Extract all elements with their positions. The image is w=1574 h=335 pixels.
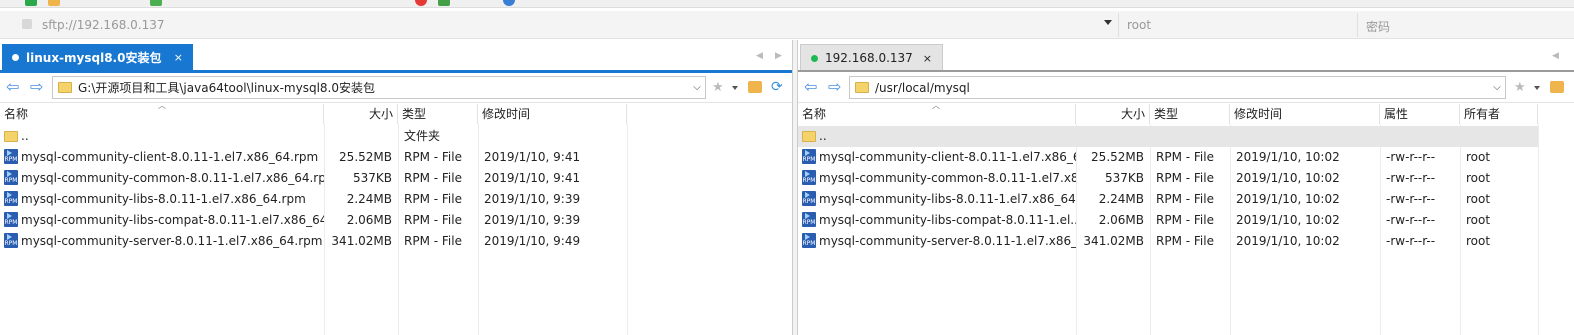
- tab-dot-icon: [12, 54, 19, 61]
- remote-path-text: /usr/local/mysql: [875, 80, 970, 95]
- remote-file-list: .. RPM mysql-community-client-8.0.11-1.el…: [798, 126, 1574, 252]
- remote-file-header: ︿ 名称 大小 类型 修改时间 属性 所有者: [798, 101, 1574, 124]
- run-icon[interactable]: [438, 0, 450, 6]
- local-tab-strip: linux-mysql8.0安装包 × ◀ ▶: [0, 40, 792, 71]
- help-icon[interactable]: [503, 0, 515, 6]
- rpm-icon: RPM: [802, 170, 816, 185]
- divider: [1357, 13, 1358, 37]
- list-item[interactable]: RPM mysql-community-server-8.0.11-1.el7.x…: [798, 231, 1574, 252]
- list-item[interactable]: RPM mysql-community-common-8.0.11-1.el7.x…: [798, 168, 1574, 189]
- close-icon[interactable]: ×: [923, 52, 932, 65]
- column-size[interactable]: 大小: [1076, 104, 1150, 124]
- remote-pane: 192.168.0.137 × ◀ ⇦ ⇨ /usr/local/mysql ⌵…: [798, 40, 1574, 335]
- local-path-row: ⇦ ⇨ G:\开源项目和工具\java64tool\linux-mysql8.0…: [0, 73, 792, 103]
- toolbar: [0, 0, 1574, 8]
- column-type[interactable]: 类型: [1150, 104, 1230, 124]
- tab-scroll-left-icon[interactable]: ◀: [756, 51, 763, 61]
- settings-icon[interactable]: [150, 0, 162, 6]
- connection-url-input[interactable]: sftp://192.168.0.137: [42, 18, 165, 32]
- forward-arrow-icon[interactable]: ⇨: [30, 79, 43, 95]
- chevron-down-icon[interactable]: [1104, 20, 1112, 25]
- tab-title: 192.168.0.137: [825, 51, 913, 65]
- bookmark-dropdown-icon[interactable]: [1534, 86, 1540, 90]
- back-arrow-icon[interactable]: ⇦: [6, 79, 19, 95]
- back-arrow-icon[interactable]: ⇦: [804, 79, 817, 95]
- remote-path-row: ⇦ ⇨ /usr/local/mysql ⌵ ★: [798, 73, 1574, 103]
- rpm-icon: RPM: [4, 191, 18, 206]
- list-item[interactable]: RPM mysql-community-libs-compat-8.0.11-1.…: [798, 210, 1574, 231]
- list-item[interactable]: RPM mysql-community-libs-8.0.11-1.el7.x86…: [0, 189, 792, 210]
- list-item[interactable]: RPM mysql-community-server-8.0.11-1.el7.x…: [0, 231, 792, 252]
- rpm-icon: RPM: [4, 149, 18, 164]
- remote-tab-strip: 192.168.0.137 × ◀: [798, 40, 1574, 71]
- tab-title: linux-mysql8.0安装包: [26, 51, 162, 65]
- tab-scroll-left-icon[interactable]: ◀: [1552, 51, 1559, 61]
- column-modified[interactable]: 修改时间: [1230, 104, 1380, 124]
- close-icon[interactable]: ×: [174, 51, 183, 64]
- parent-folder-icon[interactable]: [748, 81, 762, 93]
- column-name[interactable]: 名称: [0, 104, 324, 124]
- column-size[interactable]: 大小: [324, 104, 398, 124]
- connection-bar: sftp://192.168.0.137 root 密码: [0, 11, 1574, 39]
- list-item[interactable]: RPM mysql-community-client-8.0.11-1.el7.x…: [0, 147, 792, 168]
- chevron-down-icon[interactable]: ⌵: [689, 82, 705, 93]
- tab-scroll-right-icon[interactable]: ▶: [775, 51, 782, 61]
- column-owner[interactable]: 所有者: [1460, 104, 1538, 124]
- rpm-icon: RPM: [4, 212, 18, 227]
- rpm-icon: RPM: [802, 212, 816, 227]
- username-input[interactable]: root: [1127, 18, 1151, 32]
- column-type[interactable]: 类型: [398, 104, 478, 124]
- bookmark-star-icon[interactable]: ★: [712, 80, 724, 95]
- local-file-header: ︿ 名称 大小 类型 修改时间: [0, 101, 792, 124]
- list-item[interactable]: RPM mysql-community-client-8.0.11-1.el7.x…: [798, 147, 1574, 168]
- folder-icon: [802, 131, 816, 142]
- rpm-icon: RPM: [802, 233, 816, 248]
- list-item[interactable]: .. 文件夹: [0, 126, 792, 147]
- list-item[interactable]: ..: [798, 126, 1538, 147]
- refresh-icon[interactable]: ⟳: [771, 79, 783, 95]
- remote-path-input[interactable]: /usr/local/mysql ⌵: [849, 76, 1506, 99]
- folder-icon: [58, 82, 72, 93]
- lock-icon: [22, 19, 32, 29]
- local-path-text: G:\开源项目和工具\java64tool\linux-mysql8.0安装包: [78, 81, 375, 95]
- local-path-input[interactable]: G:\开源项目和工具\java64tool\linux-mysql8.0安装包 …: [52, 76, 706, 99]
- column-name[interactable]: 名称: [798, 104, 1076, 124]
- rpm-icon: RPM: [802, 191, 816, 206]
- tab-local-folder[interactable]: linux-mysql8.0安装包 ×: [2, 44, 193, 71]
- password-input[interactable]: 密码: [1366, 18, 1390, 35]
- bookmark-dropdown-icon[interactable]: [732, 86, 738, 90]
- tab-remote-host[interactable]: 192.168.0.137 ×: [800, 44, 943, 71]
- stop-icon[interactable]: [415, 0, 427, 6]
- connected-status-icon: [811, 54, 818, 62]
- rpm-icon: RPM: [4, 233, 18, 248]
- new-icon[interactable]: [25, 0, 37, 6]
- rpm-icon: RPM: [802, 149, 816, 164]
- parent-folder-icon[interactable]: [1550, 81, 1564, 93]
- list-item[interactable]: RPM mysql-community-common-8.0.11-1.el7.x…: [0, 168, 792, 189]
- folder-icon: [4, 131, 18, 142]
- forward-arrow-icon[interactable]: ⇨: [828, 79, 841, 95]
- bookmark-star-icon[interactable]: ★: [1514, 80, 1526, 95]
- rpm-icon: RPM: [4, 170, 18, 185]
- chevron-down-icon[interactable]: ⌵: [1489, 82, 1505, 93]
- local-file-list: .. 文件夹 RPM mysql-community-client-8.0.11-…: [0, 126, 792, 252]
- tab-underline: [798, 70, 1574, 72]
- column-permissions[interactable]: 属性: [1380, 104, 1460, 124]
- folder-icon: [855, 82, 869, 93]
- local-pane: linux-mysql8.0安装包 × ◀ ▶ ⇦ ⇨ G:\开源项目和工具\j…: [0, 40, 792, 335]
- divider: [1118, 13, 1119, 37]
- open-icon[interactable]: [48, 0, 60, 6]
- column-modified[interactable]: 修改时间: [478, 104, 627, 124]
- list-item[interactable]: RPM mysql-community-libs-8.0.11-1.el7.x86…: [798, 189, 1574, 210]
- list-item[interactable]: RPM mysql-community-libs-compat-8.0.11-1.…: [0, 210, 792, 231]
